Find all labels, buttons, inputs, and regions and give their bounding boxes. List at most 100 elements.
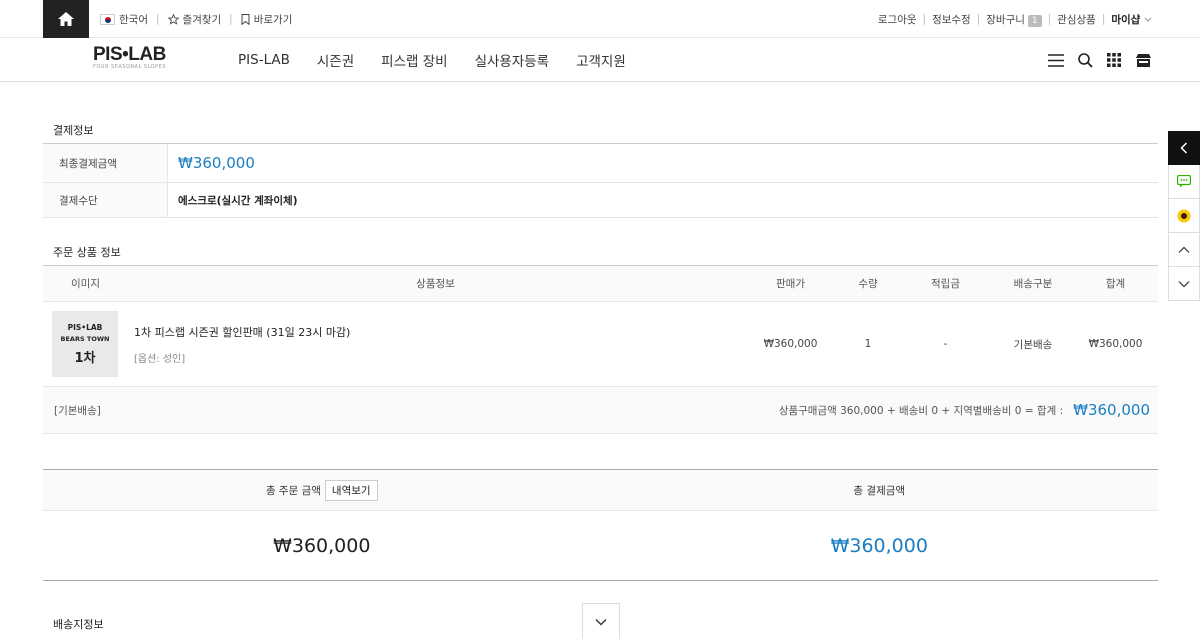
product-point: - — [943, 338, 948, 350]
payment-section-title: 결제정보 — [53, 124, 94, 137]
home-icon — [58, 12, 74, 26]
divider: | — [1047, 13, 1052, 25]
product-name-link[interactable]: 1차 피스랩 시즌권 할인판매 (31일 23시 마감) — [134, 324, 743, 340]
final-amount-row: 최종결제금액 ₩360,000 — [43, 144, 1158, 183]
total-order-label: 총 주문 금액 — [265, 484, 321, 497]
header-image: 이미지 — [71, 278, 100, 290]
quick-side-bar — [1168, 131, 1200, 301]
thumb-subtitle: BEARS TOWN — [60, 334, 110, 343]
divider: | — [1101, 13, 1106, 25]
main-nav: PIS•LAB FOUR SEASONAL SLOPES PIS-LAB 시즌권… — [0, 38, 1200, 82]
shop-icon[interactable] — [1135, 53, 1152, 68]
utility-left: 한국어 | 즐겨찾기 | 바로가기 — [100, 0, 292, 38]
shortcut-label: 바로가기 — [253, 13, 293, 26]
language-selector[interactable]: 한국어 — [100, 12, 148, 27]
payment-method-row: 결제수단 에스크로(실시간 계좌이체) — [43, 183, 1158, 218]
logo-text: PIS•LAB — [93, 44, 166, 65]
header-product-info: 상품정보 — [416, 278, 455, 290]
divider: | — [155, 13, 160, 25]
shipping-section-title: 배송지정보 — [53, 618, 104, 631]
chevron-down-icon — [1178, 280, 1190, 287]
payment-method-value: 에스크로(실시간 계좌이체) — [178, 194, 298, 207]
shipping-type-label: [기본배송] — [54, 404, 101, 417]
payment-method-label: 결제수단 — [43, 183, 168, 217]
chat-icon — [1177, 175, 1191, 188]
chevron-up-icon — [1178, 246, 1190, 253]
language-label: 한국어 — [119, 13, 148, 26]
nav-icons — [1048, 38, 1152, 82]
myshop-label: 마이샵 — [1111, 13, 1141, 26]
menu-item-support[interactable]: 고객지원 — [576, 50, 626, 70]
total-payment-label: 총 결제금액 — [853, 484, 906, 497]
order-section-title: 주문 상품 정보 — [53, 246, 121, 259]
total-order-value: ₩360,000 — [273, 534, 371, 557]
order-footer-total: ₩360,000 — [1073, 401, 1150, 419]
menu-item-pislab[interactable]: PIS-LAB — [238, 52, 290, 68]
chat-button[interactable] — [1168, 165, 1200, 199]
shortcut-link[interactable]: 바로가기 — [241, 12, 293, 27]
utility-right: 로그아웃 | 정보수정 | 장바구니 1 | 관심상품 | 마이샵 — [878, 0, 1152, 38]
totals-box: 총 주문 금액 내역보기 총 결제금액 ₩360,000 ₩360,000 — [43, 469, 1158, 581]
search-icon[interactable] — [1078, 52, 1093, 68]
menu-item-equipment[interactable]: 피스랩 장비 — [381, 50, 447, 70]
scroll-top-button[interactable] — [1168, 233, 1200, 267]
logout-link[interactable]: 로그아웃 — [878, 12, 917, 27]
scroll-bottom-button[interactable] — [1168, 267, 1200, 301]
thumb-logo: PIS•LAB — [67, 322, 103, 332]
view-details-button[interactable]: 내역보기 — [324, 479, 378, 501]
thumb-round: 1차 — [74, 350, 96, 366]
header-price: 판매가 — [776, 278, 805, 290]
home-button[interactable] — [43, 0, 89, 38]
divider: | — [922, 13, 927, 25]
product-qty: 1 — [864, 338, 872, 350]
logo-subtext: FOUR SEASONAL SLOPES — [93, 64, 166, 70]
myshop-menu[interactable]: 마이샵 — [1111, 12, 1152, 27]
product-sum: ₩360,000 — [1088, 338, 1143, 350]
edit-info-link[interactable]: 정보수정 — [932, 12, 971, 27]
kakao-button[interactable] — [1168, 199, 1200, 233]
hamburger-menu-icon[interactable] — [1048, 53, 1064, 67]
top-utility-bar: 한국어 | 즐겨찾기 | 바로가기 로그아웃 | 정보수정 | 장바구니 1 | … — [0, 0, 1200, 38]
scroll-down-button[interactable] — [582, 603, 620, 639]
site-logo[interactable]: PIS•LAB FOUR SEASONAL SLOPES — [93, 44, 193, 70]
menu-item-season-pass[interactable]: 시즌권 — [317, 50, 354, 70]
order-summary-text: 상품구매금액 360,000 + 배송비 0 + 지역별배송비 0 = 합계 : — [778, 404, 1064, 417]
kakao-icon — [1177, 209, 1191, 222]
payment-table: 최종결제금액 ₩360,000 결제수단 에스크로(실시간 계좌이체) — [43, 143, 1158, 218]
product-thumbnail[interactable]: PIS•LAB BEARS TOWN 1차 — [52, 311, 118, 377]
korea-flag-icon — [100, 13, 115, 25]
chevron-down-icon — [595, 618, 607, 625]
cart-label: 장바구니 — [986, 13, 1025, 26]
chevron-down-icon — [1144, 17, 1152, 22]
product-price: ₩360,000 — [763, 338, 818, 350]
divider: | — [976, 13, 981, 25]
cart-count-badge: 1 — [1027, 14, 1042, 27]
order-table-header: 이미지 상품정보 판매가 수량 적립금 배송구분 합계 — [43, 266, 1158, 302]
cart-link[interactable]: 장바구니 1 — [986, 12, 1042, 27]
final-amount-value: ₩360,000 — [178, 154, 255, 172]
bookmark-label: 즐겨찾기 — [182, 13, 222, 26]
menu-item-user-registration[interactable]: 실사용자등록 — [475, 50, 550, 70]
grid-icon[interactable] — [1107, 53, 1121, 67]
order-table-footer: [기본배송] 상품구매금액 360,000 + 배송비 0 + 지역별배송비 0… — [43, 387, 1158, 434]
main-menu: PIS-LAB 시즌권 피스랩 장비 실사용자등록 고객지원 — [238, 38, 626, 82]
final-amount-label: 최종결제금액 — [43, 144, 168, 182]
order-table: 이미지 상품정보 판매가 수량 적립금 배송구분 합계 PIS•LAB BEAR… — [43, 265, 1158, 434]
totals-header: 총 주문 금액 내역보기 총 결제금액 — [43, 470, 1158, 511]
total-payment-value: ₩360,000 — [830, 534, 928, 557]
totals-values: ₩360,000 ₩360,000 — [43, 511, 1158, 580]
header-sum: 합계 — [1105, 278, 1126, 290]
header-point: 적립금 — [931, 278, 960, 290]
wishlist-link[interactable]: 관심상품 — [1057, 12, 1096, 27]
header-qty: 수량 — [858, 278, 878, 290]
chevron-left-icon — [1180, 142, 1188, 154]
table-row: PIS•LAB BEARS TOWN 1차 1차 피스랩 시즌권 할인판매 (3… — [43, 302, 1158, 387]
product-option: [옵션: 성인] — [134, 353, 186, 365]
bookmark-icon — [241, 13, 250, 25]
star-icon — [167, 13, 179, 25]
divider: | — [229, 13, 233, 25]
header-shipping: 배송구분 — [1013, 278, 1053, 290]
quick-toggle-button[interactable] — [1168, 131, 1200, 165]
product-shipping: 기본배송 — [1013, 338, 1053, 351]
bookmark-link[interactable]: 즐겨찾기 — [167, 12, 222, 27]
